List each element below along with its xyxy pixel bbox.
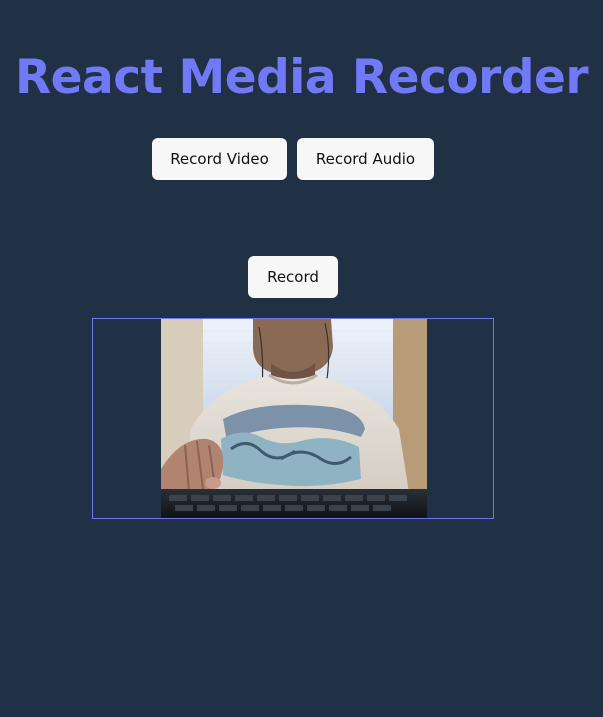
record-button[interactable]: Record	[248, 256, 338, 298]
webcam-image	[161, 319, 427, 518]
record-audio-button[interactable]: Record Audio	[297, 138, 434, 180]
video-preview-frame	[92, 318, 494, 519]
page-title: React Media Recorder	[14, 50, 589, 105]
webcam-preview	[161, 319, 427, 518]
app-root: React Media Recorder Record Video Record…	[0, 0, 603, 717]
record-video-button[interactable]: Record Video	[152, 138, 287, 180]
